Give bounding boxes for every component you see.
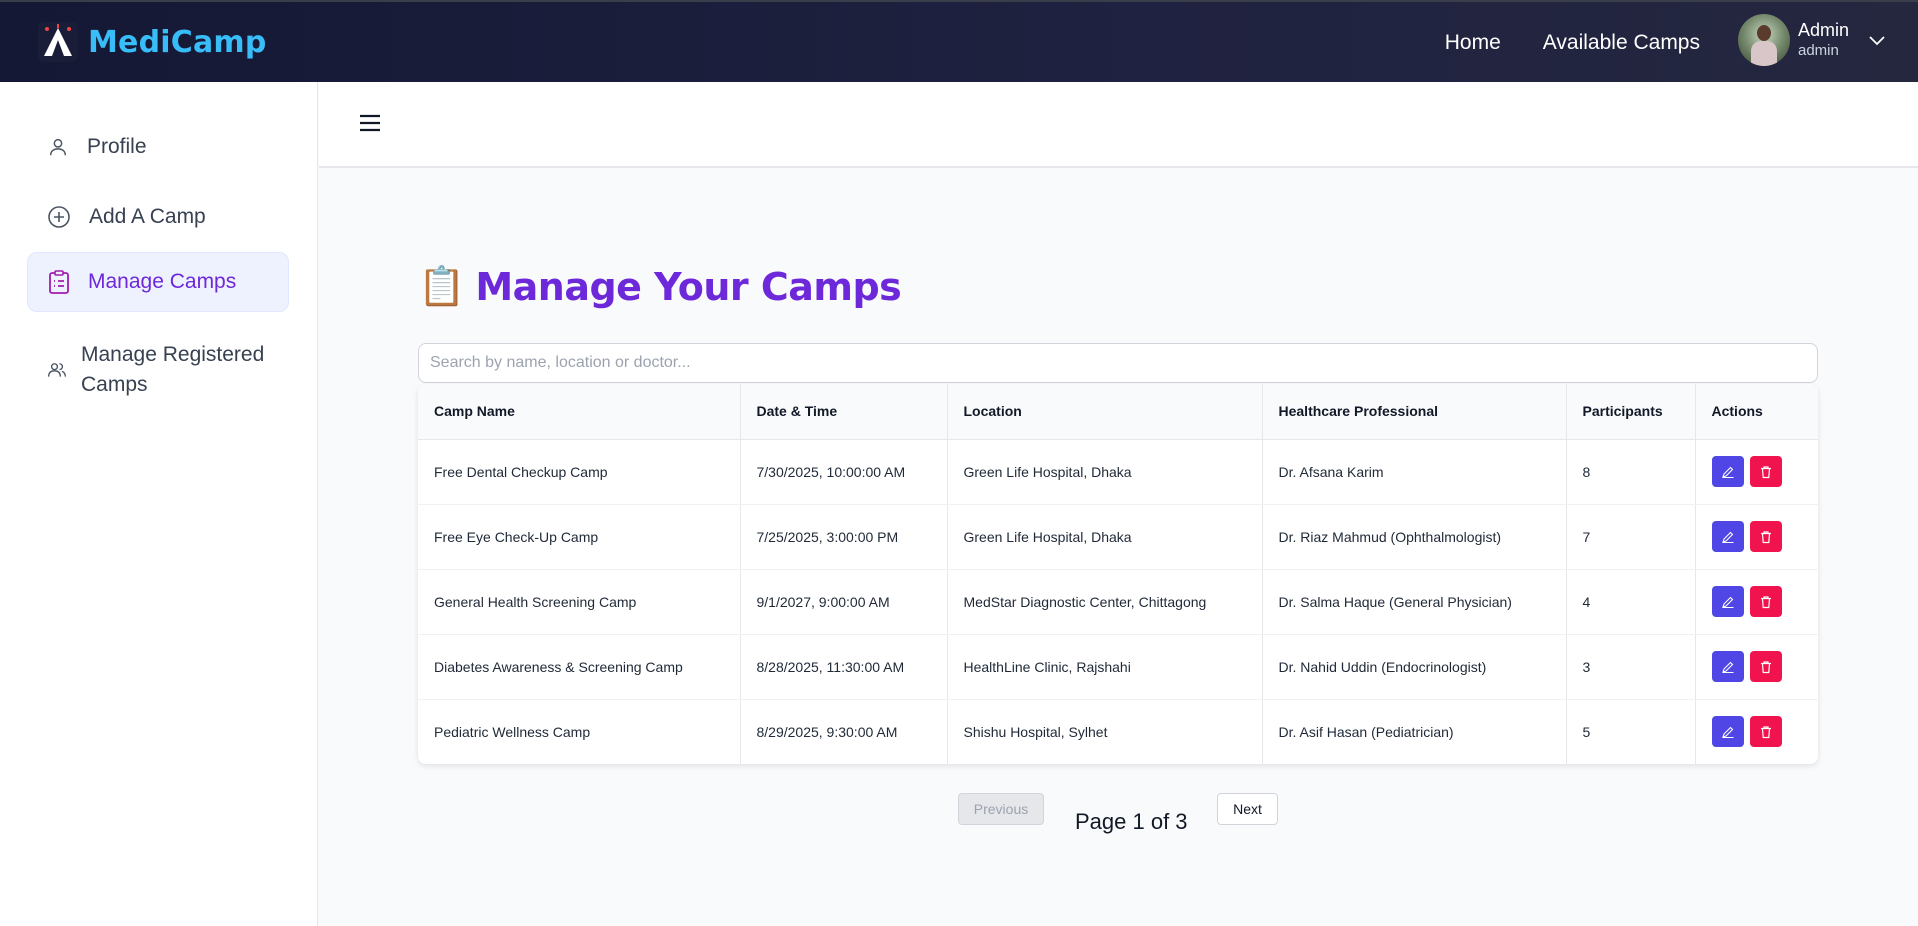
sidebar-item-label: Manage Camps bbox=[88, 270, 237, 293]
trash-icon bbox=[1760, 465, 1771, 478]
trash-icon bbox=[1760, 660, 1771, 673]
edit-pencil-icon bbox=[1721, 596, 1733, 608]
nav-links: Home Available Camps bbox=[1445, 2, 1700, 84]
cell-camp-name: Free Dental Checkup Camp bbox=[418, 439, 741, 505]
delete-button[interactable] bbox=[1749, 716, 1782, 748]
table-row: Free Eye Check-Up Camp 7/25/2025, 3:00:0… bbox=[418, 504, 1818, 570]
previous-button[interactable]: Previous bbox=[958, 793, 1044, 825]
page-indicator: Page 1 of 3 bbox=[1075, 809, 1188, 834]
next-button[interactable]: Next bbox=[1217, 793, 1278, 825]
cell-participants: 3 bbox=[1566, 634, 1696, 700]
edit-pencil-icon bbox=[1721, 466, 1733, 478]
cell-datetime: 7/30/2025, 10:00:00 AM bbox=[740, 439, 948, 505]
edit-pencil-icon bbox=[1721, 661, 1733, 673]
cell-camp-name: Free Eye Check-Up Camp bbox=[418, 504, 741, 570]
delete-button[interactable] bbox=[1749, 456, 1782, 487]
column-header: Healthcare Professional bbox=[1262, 384, 1567, 440]
trash-icon bbox=[1760, 530, 1771, 543]
cell-participants: 7 bbox=[1566, 504, 1696, 570]
delete-button[interactable] bbox=[1749, 651, 1782, 682]
table-header-row: Camp Name Date & Time Location Healthcar… bbox=[418, 384, 1818, 440]
cell-location: MedStar Diagnostic Center, Chittagong bbox=[947, 569, 1263, 635]
table-row: Diabetes Awareness & Screening Camp 8/28… bbox=[418, 634, 1818, 700]
brand-name: MediCamp bbox=[88, 24, 267, 60]
cell-actions bbox=[1695, 569, 1818, 635]
user-name: Admin bbox=[1798, 19, 1850, 40]
camps-table: Camp Name Date & Time Location Healthcar… bbox=[418, 384, 1818, 764]
edit-button[interactable] bbox=[1711, 456, 1744, 487]
cell-location: HealthLine Clinic, Rajshahi bbox=[947, 634, 1263, 700]
delete-button[interactable] bbox=[1749, 586, 1782, 617]
users-icon bbox=[48, 363, 66, 377]
cell-participants: 8 bbox=[1566, 439, 1696, 505]
column-header: Date & Time bbox=[740, 384, 948, 440]
top-navbar: MediCamp Home Available Camps Admin admi… bbox=[0, 0, 1918, 82]
user-info: Admin admin bbox=[1798, 19, 1850, 59]
user-role: admin bbox=[1798, 41, 1839, 59]
sidebar-item-manage-camps[interactable]: Manage Camps bbox=[27, 252, 289, 312]
cell-location: Shishu Hospital, Sylhet bbox=[947, 699, 1263, 764]
page-header: 📋 Manage Your Camps bbox=[418, 265, 902, 309]
cell-camp-name: Diabetes Awareness & Screening Camp bbox=[418, 634, 741, 700]
sidebar-item-label: Manage Registered Camps bbox=[81, 343, 265, 396]
sidebar-item-manage-registered-camps[interactable]: Manage Registered Camps bbox=[27, 336, 289, 404]
chevron-down-icon bbox=[1869, 36, 1885, 46]
sidebar-item-label: Add A Camp bbox=[89, 205, 206, 228]
trash-icon bbox=[1760, 726, 1771, 738]
camp-tent-icon bbox=[38, 22, 78, 62]
edit-pencil-icon bbox=[1721, 726, 1733, 738]
cell-datetime: 8/28/2025, 11:30:00 AM bbox=[740, 634, 948, 700]
hamburger-menu-icon[interactable] bbox=[359, 114, 381, 132]
user-menu[interactable]: Admin admin bbox=[1738, 14, 1887, 66]
cell-datetime: 9/1/2027, 9:00:00 AM bbox=[740, 569, 948, 635]
table-row: Free Dental Checkup Camp 7/30/2025, 10:0… bbox=[418, 439, 1818, 505]
table-row: General Health Screening Camp 9/1/2027, … bbox=[418, 569, 1818, 635]
search-input[interactable] bbox=[418, 343, 1818, 383]
column-header: Participants bbox=[1566, 384, 1696, 440]
cell-actions bbox=[1695, 634, 1818, 700]
edit-button[interactable] bbox=[1711, 521, 1744, 552]
user-icon bbox=[49, 138, 67, 156]
cell-professional: Dr. Asif Hasan (Pediatrician) bbox=[1262, 699, 1567, 764]
cell-datetime: 8/29/2025, 9:30:00 AM bbox=[740, 699, 948, 764]
edit-button[interactable] bbox=[1711, 586, 1744, 617]
edit-button[interactable] bbox=[1711, 716, 1744, 748]
sidebar-item-add-a-camp[interactable]: Add A Camp bbox=[27, 194, 289, 240]
brand[interactable]: MediCamp bbox=[38, 22, 267, 62]
edit-pencil-icon bbox=[1721, 531, 1733, 543]
sidebar-item-profile[interactable]: Profile bbox=[27, 124, 289, 170]
plus-circle-icon bbox=[48, 206, 70, 228]
sidebar-item-label: Profile bbox=[87, 135, 147, 158]
content-topbar bbox=[319, 82, 1918, 168]
cell-actions bbox=[1695, 504, 1818, 570]
cell-professional: Dr. Afsana Karim bbox=[1262, 439, 1567, 505]
cell-professional: Dr. Riaz Mahmud (Ophthalmologist) bbox=[1262, 504, 1567, 570]
cell-datetime: 7/25/2025, 3:00:00 PM bbox=[740, 504, 948, 570]
table-row: Pediatric Wellness Camp 8/29/2025, 9:30:… bbox=[418, 699, 1818, 764]
cell-location: Green Life Hospital, Dhaka bbox=[947, 504, 1263, 570]
edit-button[interactable] bbox=[1711, 651, 1744, 682]
cell-actions bbox=[1695, 439, 1818, 505]
nav-link-home[interactable]: Home bbox=[1445, 31, 1501, 55]
cell-camp-name: General Health Screening Camp bbox=[418, 569, 741, 635]
avatar bbox=[1738, 14, 1790, 66]
column-header: Camp Name bbox=[418, 384, 741, 440]
trash-icon bbox=[1760, 595, 1771, 608]
column-header: Actions bbox=[1695, 384, 1818, 440]
column-header: Location bbox=[947, 384, 1263, 440]
cell-professional: Dr. Nahid Uddin (Endocrinologist) bbox=[1262, 634, 1567, 700]
nav-link-available-camps[interactable]: Available Camps bbox=[1543, 31, 1700, 55]
cell-actions bbox=[1695, 699, 1818, 764]
clipboard-list-icon bbox=[49, 270, 69, 294]
cell-participants: 4 bbox=[1566, 569, 1696, 635]
cell-professional: Dr. Salma Haque (General Physician) bbox=[1262, 569, 1567, 635]
page-title: Manage Your Camps bbox=[475, 265, 902, 309]
clipboard-icon: 📋 bbox=[418, 266, 466, 308]
cell-location: Green Life Hospital, Dhaka bbox=[947, 439, 1263, 505]
cell-participants: 5 bbox=[1566, 699, 1696, 764]
cell-camp-name: Pediatric Wellness Camp bbox=[418, 699, 741, 764]
delete-button[interactable] bbox=[1749, 521, 1782, 552]
sidebar: Profile Add A Camp Manage Camps Manage R… bbox=[0, 82, 318, 926]
